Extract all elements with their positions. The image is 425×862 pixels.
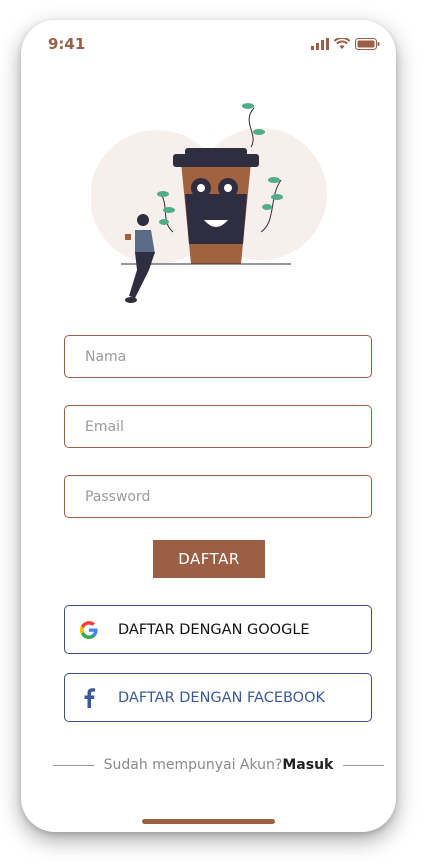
login-prompt: Sudah mempunyai Akun?Masuk [53, 757, 384, 773]
status-icons [311, 36, 380, 50]
facebook-signup-label: DAFTAR DENGAN FACEBOOK [118, 689, 326, 706]
google-signup-button[interactable]: DAFTAR DENGAN GOOGLE [64, 605, 372, 654]
home-indicator [142, 819, 275, 824]
phone-frame: 9:41 Nama Email DAFTAR DAFTAR DENGAN GOO… [21, 20, 396, 832]
google-signup-label: DAFTAR DENGAN GOOGLE [118, 621, 310, 638]
facebook-icon [79, 687, 99, 708]
signal-icon [311, 35, 329, 54]
coffee-cup-illustration [90, 102, 331, 312]
daftar-button[interactable]: DAFTAR [153, 540, 265, 578]
wifi-icon [333, 35, 351, 54]
status-time: 9:41 [48, 35, 86, 53]
battery-icon [355, 35, 380, 54]
divider-right [343, 764, 384, 766]
name-input[interactable] [65, 336, 371, 377]
divider-left [53, 764, 94, 766]
name-field[interactable] [64, 335, 372, 378]
facebook-signup-button[interactable]: DAFTAR DENGAN FACEBOOK [64, 673, 372, 722]
google-icon [79, 620, 99, 640]
login-prompt-text: Sudah mempunyai Akun?Masuk [104, 757, 334, 773]
prompt-text: Sudah mempunyai Akun? [103, 757, 283, 773]
masuk-link[interactable]: Masuk [282, 757, 333, 773]
password-input[interactable] [65, 476, 371, 517]
email-input[interactable] [65, 406, 371, 447]
email-field[interactable] [64, 405, 372, 448]
password-field[interactable] [64, 475, 372, 518]
